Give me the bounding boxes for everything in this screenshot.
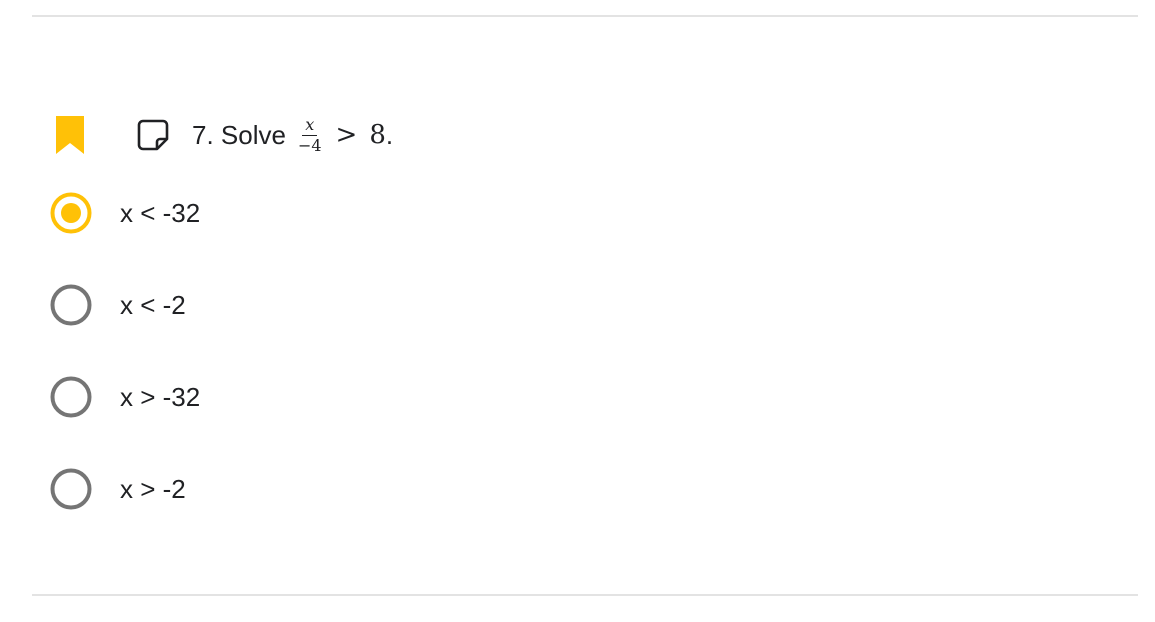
fraction-numerator: x [302, 116, 318, 136]
radio-unselected-icon[interactable] [50, 468, 92, 510]
option-4[interactable]: x > -2 [50, 468, 200, 560]
question-text: 7. Solve x −4 > 8 . [192, 116, 394, 155]
bottom-divider [32, 594, 1138, 596]
option-label: x > -32 [120, 382, 201, 412]
top-divider [32, 15, 1138, 17]
radio-unselected-icon[interactable] [50, 376, 92, 418]
sticky-note-icon[interactable] [136, 118, 170, 152]
option-label: x < -32 [120, 198, 201, 228]
answer-options: x < -32 x < -2 x > -32 x > -2 [50, 192, 200, 560]
inequality-sign: > [335, 120, 358, 150]
option-3[interactable]: x > -32 [50, 376, 200, 468]
option-1[interactable]: x < -32 [50, 192, 200, 284]
question-math: x −4 > 8 . [297, 116, 394, 155]
question-header: 7. Solve x −4 > 8 . [56, 112, 393, 158]
option-label: x > -2 [120, 474, 186, 504]
fraction: x −4 [297, 116, 322, 155]
question-suffix: . [385, 119, 394, 150]
option-label: x < -2 [120, 290, 186, 320]
radio-unselected-icon[interactable] [50, 284, 92, 326]
fraction-denominator: −4 [297, 135, 322, 155]
inequality-rhs: 8 [369, 120, 386, 150]
radio-selected-icon[interactable] [50, 192, 92, 234]
question-prefix: 7. Solve [192, 119, 286, 150]
option-2[interactable]: x < -2 [50, 284, 200, 376]
bookmark-icon[interactable] [56, 116, 84, 154]
